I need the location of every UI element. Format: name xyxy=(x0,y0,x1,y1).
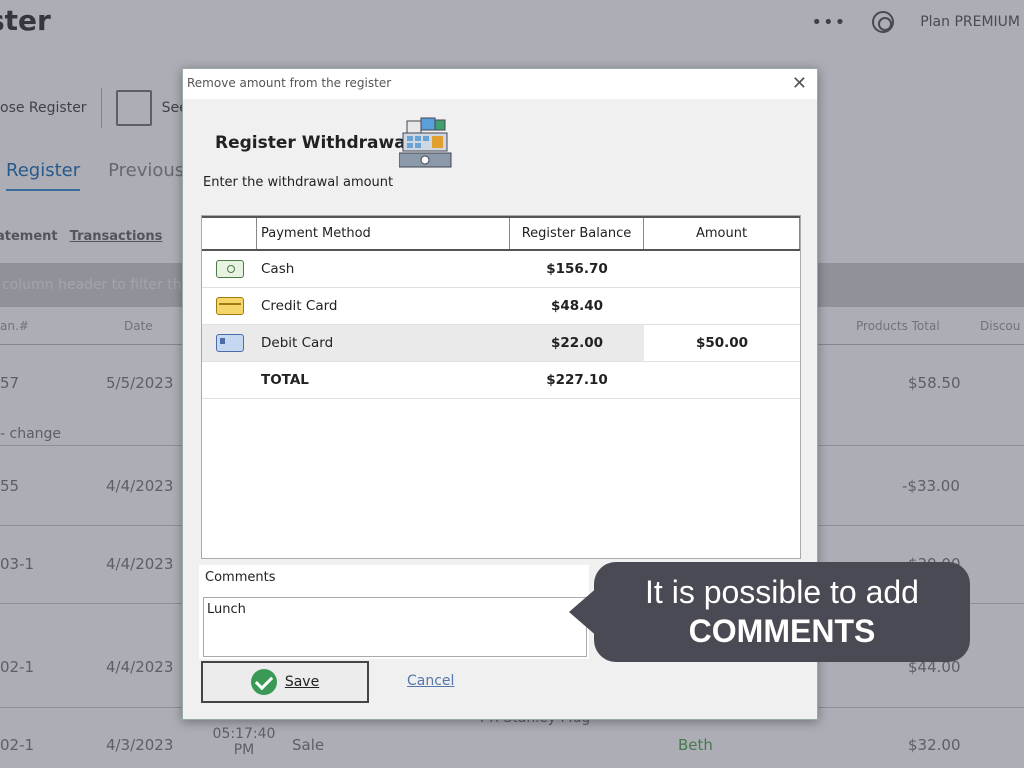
total-label: TOTAL xyxy=(261,372,309,388)
amount-cell[interactable] xyxy=(644,251,800,287)
payment-method: Cash xyxy=(261,261,295,277)
grid-col-payment-method[interactable]: Payment Method xyxy=(257,218,510,249)
cash-register-icon xyxy=(399,117,452,168)
payment-method: Debit Card xyxy=(261,335,334,351)
comments-section: Comments Lunch xyxy=(199,565,589,659)
credit-card-icon xyxy=(215,297,244,315)
total-amount xyxy=(644,362,800,398)
dialog-instructions: Enter the withdrawal amount xyxy=(203,175,394,190)
register-balance: $48.40 xyxy=(550,298,604,314)
dialog-heading: Register Withdrawals xyxy=(215,133,422,153)
register-balance: $156.70 xyxy=(546,261,608,277)
save-label: Save xyxy=(284,674,320,690)
grid-col-amount[interactable]: Amount xyxy=(644,218,800,249)
callout-text: It is possible to add xyxy=(645,574,919,610)
comments-label: Comments xyxy=(205,570,276,585)
amount-cell[interactable] xyxy=(644,288,800,324)
cancel-button[interactable]: Cancel xyxy=(407,673,454,689)
payment-row-debit-card[interactable]: Debit Card $22.00 $50.00 xyxy=(202,325,800,362)
check-icon xyxy=(250,669,277,695)
row-icon-cell xyxy=(202,362,257,398)
register-balance: $22.00 xyxy=(550,335,604,351)
grid-header: Payment Method Register Balance Amount xyxy=(202,216,800,251)
tutorial-callout: It is possible to add COMMENTS xyxy=(594,562,970,662)
save-button[interactable]: Save xyxy=(201,661,369,703)
payment-row-total: TOTAL $227.10 xyxy=(202,362,800,399)
dialog-titlebar: Remove amount from the register ✕ xyxy=(183,69,817,99)
payment-row-cash[interactable]: Cash $156.70 xyxy=(202,251,800,288)
total-balance: $227.10 xyxy=(546,372,608,388)
payment-method: Credit Card xyxy=(261,298,338,314)
row-icon-cell xyxy=(202,288,257,324)
cash-icon xyxy=(215,260,244,278)
debit-card-icon xyxy=(215,334,244,352)
grid-col-register-balance[interactable]: Register Balance xyxy=(510,218,644,249)
close-icon[interactable]: ✕ xyxy=(792,73,807,94)
comments-input[interactable]: Lunch xyxy=(203,597,587,657)
payment-row-credit-card[interactable]: Credit Card $48.40 xyxy=(202,288,800,325)
dialog-title: Remove amount from the register xyxy=(187,76,392,90)
row-icon-cell xyxy=(202,251,257,287)
grid-col-icon xyxy=(202,218,257,249)
payment-grid: Payment Method Register Balance Amount C… xyxy=(201,215,801,559)
callout-emphasis: COMMENTS xyxy=(688,613,876,649)
amount-cell[interactable]: $50.00 xyxy=(644,325,800,361)
row-icon-cell xyxy=(202,325,257,361)
